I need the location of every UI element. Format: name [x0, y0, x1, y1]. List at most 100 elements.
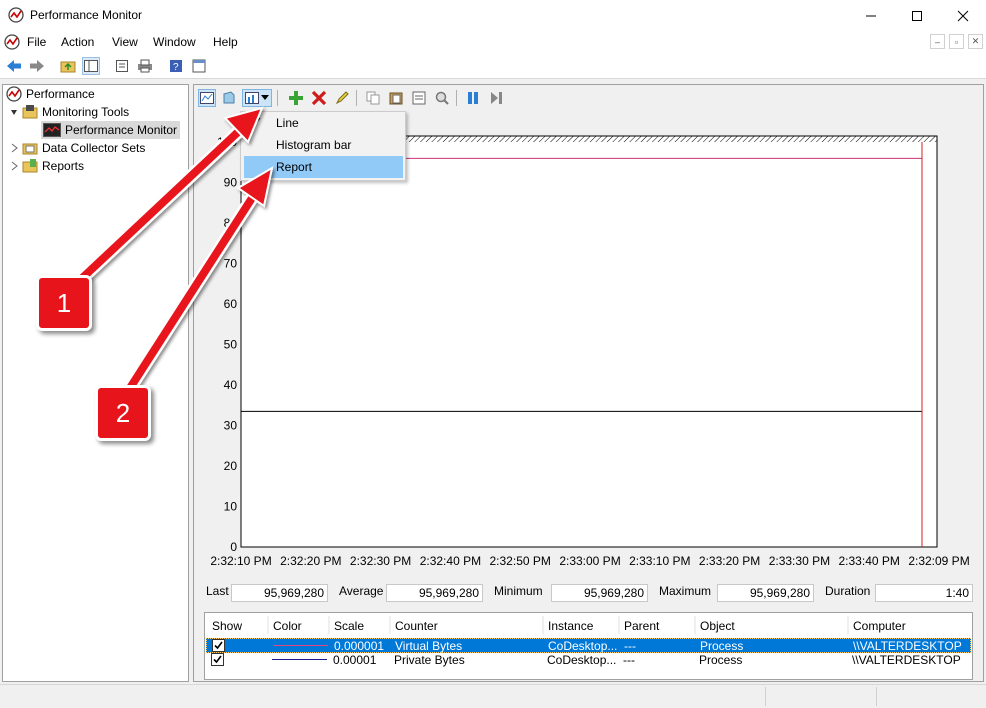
- row-instance: CoDesktop...: [547, 653, 617, 667]
- row-counter: Virtual Bytes: [395, 639, 463, 653]
- stat-last-label: Last: [206, 584, 229, 598]
- tree-item-label: Performance Monitor: [65, 123, 178, 137]
- reports-icon: [22, 159, 38, 173]
- tree-item-monitoring-tools[interactable]: Monitoring Tools: [9, 103, 129, 121]
- view-pane-icon: [192, 59, 206, 73]
- help-button[interactable]: ?: [167, 57, 185, 75]
- system-menu-icon[interactable]: [4, 34, 20, 53]
- menu-action[interactable]: Action: [61, 35, 94, 49]
- stat-maximum-label: Maximum: [659, 584, 712, 598]
- checkbox-checked-icon: [211, 653, 224, 666]
- x-tick-label: 2:32:20 PM: [280, 554, 341, 568]
- properties-icon: [412, 91, 426, 105]
- menu-window[interactable]: Window: [153, 35, 196, 49]
- graph-type-report[interactable]: Report: [244, 156, 403, 178]
- folder-up-icon: [60, 61, 76, 73]
- y-tick-label: 30: [224, 419, 238, 433]
- close-icon: [957, 10, 969, 21]
- forward-button[interactable]: [28, 57, 46, 75]
- row-scale: 0.000001: [334, 639, 385, 653]
- minimize-icon: [866, 15, 876, 16]
- copy-properties-button[interactable]: [364, 89, 382, 107]
- row-scale: 0.00001: [333, 653, 377, 667]
- x-tick-label: 2:32:09 PM: [908, 554, 969, 568]
- monitoring-tools-icon: [22, 105, 38, 119]
- row-parent: ---: [624, 639, 636, 653]
- performance-icon: [6, 86, 22, 102]
- mdi-restore-button[interactable]: ▫: [949, 34, 964, 49]
- counter-row-private-bytes[interactable]: 0.00001 Private Bytes CoDesktop... --- P…: [206, 653, 971, 668]
- stat-last-value: 95,969,280: [231, 584, 328, 602]
- y-tick-label: 50: [224, 338, 238, 352]
- change-graph-type-button[interactable]: [242, 89, 272, 107]
- tree-item-label: Monitoring Tools: [42, 105, 130, 119]
- highlight-pen-icon: [335, 91, 349, 105]
- show-hide-tree-button[interactable]: [82, 57, 100, 75]
- view-current-activity-button[interactable]: [198, 89, 216, 107]
- menu-file[interactable]: File: [27, 35, 46, 49]
- x-tick-label: 2:33:00 PM: [559, 554, 620, 568]
- expanded-chevron-icon: [11, 110, 17, 115]
- stat-duration-value: 1:40: [875, 584, 973, 602]
- view-log-data-button[interactable]: [220, 89, 238, 107]
- tree-item-performance[interactable]: Performance: [6, 85, 95, 103]
- add-counter-button[interactable]: [287, 89, 305, 107]
- show-checkbox[interactable]: [211, 653, 224, 669]
- x-tick-label: 2:33:20 PM: [699, 554, 760, 568]
- callout-2: 2: [95, 385, 151, 441]
- status-divider: [876, 687, 877, 706]
- properties-button[interactable]: [410, 89, 428, 107]
- x-tick-label: 2:33:40 PM: [839, 554, 900, 568]
- graph-toolbar: [194, 85, 983, 111]
- close-button[interactable]: [940, 0, 986, 31]
- counter-row-virtual-bytes[interactable]: 0.000001 Virtual Bytes CoDesktop... --- …: [206, 638, 971, 653]
- minimize-button[interactable]: [848, 0, 894, 31]
- tree-item-data-collector-sets[interactable]: Data Collector Sets: [9, 139, 145, 157]
- stat-minimum-value: 95,969,280: [551, 584, 648, 602]
- x-tick-label: 2:32:30 PM: [350, 554, 411, 568]
- graph-type-line[interactable]: Line: [244, 112, 403, 134]
- print-button[interactable]: [136, 57, 154, 75]
- checkbox-checked-icon: [212, 639, 225, 652]
- mmc-view-button[interactable]: [190, 57, 208, 75]
- maximize-button[interactable]: [894, 0, 940, 31]
- freeze-display-button[interactable]: [464, 89, 482, 107]
- collapsed-chevron-icon: [11, 143, 18, 153]
- data-collector-sets-icon: [22, 143, 38, 155]
- up-folder-button[interactable]: [59, 57, 77, 75]
- menu-view[interactable]: View: [112, 35, 138, 49]
- x-tick-label: 2:32:10 PM: [210, 554, 271, 568]
- menu-help[interactable]: Help: [213, 35, 238, 49]
- row-instance: CoDesktop...: [548, 639, 618, 653]
- dropdown-arrow-icon: [261, 95, 269, 100]
- maximize-icon: [912, 10, 922, 21]
- mdi-minimize-button[interactable]: –: [930, 34, 945, 49]
- back-button[interactable]: [5, 57, 23, 75]
- graph-type-histogram-bar[interactable]: Histogram bar: [244, 134, 403, 156]
- title-bar: Performance Monitor: [0, 0, 986, 31]
- toolbar-separator: [456, 90, 457, 106]
- tree-item-label: Performance: [26, 87, 95, 101]
- back-arrow-icon: [7, 60, 21, 72]
- stat-average-label: Average: [339, 584, 384, 598]
- window-title: Performance Monitor: [30, 8, 143, 22]
- zoom-button[interactable]: [433, 89, 451, 107]
- console-tree-icon: [84, 60, 98, 72]
- performance-monitor-window: Performance Monitor File Action View Win…: [0, 0, 986, 708]
- y-tick-label: 20: [224, 459, 238, 473]
- properties-icon: [116, 60, 128, 72]
- mdi-close-button[interactable]: ✕: [968, 34, 983, 49]
- tree-item-performance-monitor[interactable]: Performance Monitor: [41, 121, 181, 139]
- highlight-button[interactable]: [333, 89, 351, 107]
- delete-counter-button[interactable]: [310, 89, 328, 107]
- paste-counter-list-button[interactable]: [387, 89, 405, 107]
- legend-header-dividers: [267, 616, 849, 634]
- graph-type-dropdown: Line Histogram bar Report: [240, 111, 406, 181]
- update-data-button[interactable]: [487, 89, 505, 107]
- tree-item-reports[interactable]: Reports: [9, 157, 84, 175]
- selected-check-icon: [249, 117, 261, 127]
- series-color-swatch: [272, 659, 327, 660]
- properties-button[interactable]: [113, 57, 131, 75]
- paste-icon: [389, 92, 403, 105]
- callout-1: 1: [36, 275, 92, 331]
